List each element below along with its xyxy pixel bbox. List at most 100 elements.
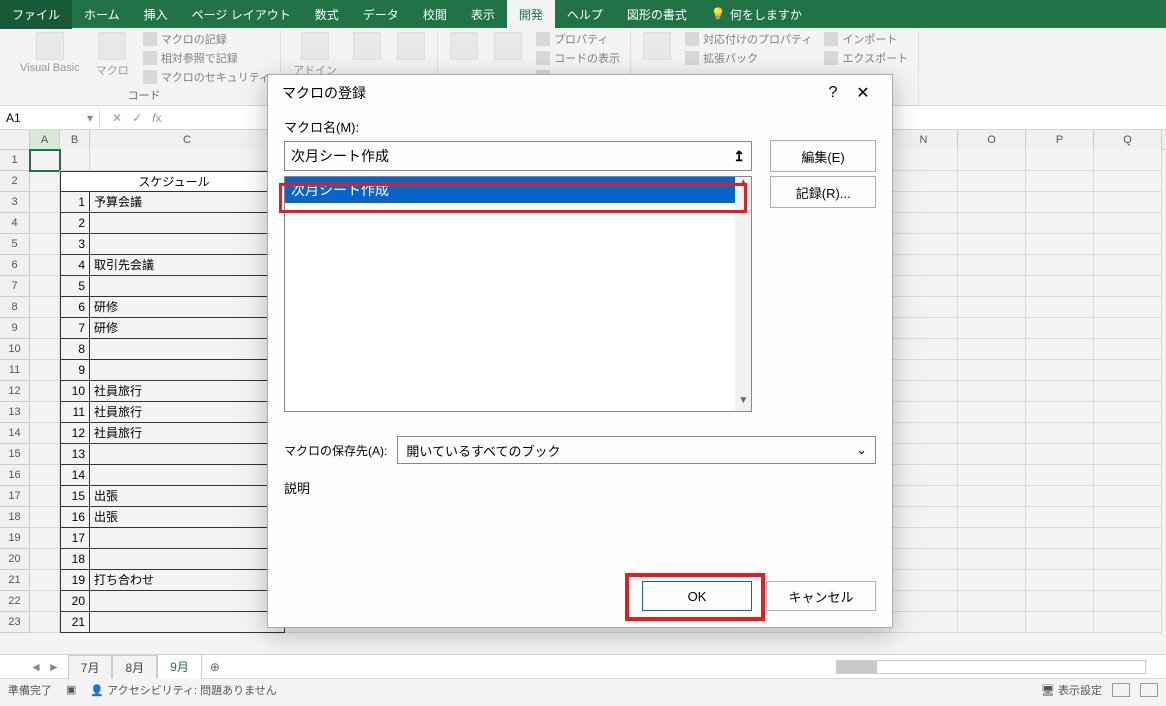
tab-home[interactable]: ホーム xyxy=(72,0,132,29)
cell[interactable] xyxy=(30,360,60,381)
view-code-button[interactable]: コードの表示 xyxy=(532,49,624,67)
add-sheet-button[interactable]: ⊕ xyxy=(202,657,228,677)
row-header[interactable]: 9 xyxy=(0,318,30,339)
cell[interactable] xyxy=(1026,486,1094,507)
sheet-tab-8[interactable]: 8月 xyxy=(112,655,157,679)
cell[interactable] xyxy=(958,234,1026,255)
cell[interactable] xyxy=(30,234,60,255)
cell[interactable] xyxy=(30,255,60,276)
cell[interactable] xyxy=(958,444,1026,465)
cell[interactable] xyxy=(890,150,958,171)
cell[interactable] xyxy=(958,549,1026,570)
cell[interactable] xyxy=(90,591,285,612)
record-macro-button[interactable]: マクロの記録 xyxy=(139,30,274,48)
row-header[interactable]: 7 xyxy=(0,276,30,297)
cell[interactable] xyxy=(1094,339,1162,360)
cell[interactable] xyxy=(958,465,1026,486)
cell[interactable] xyxy=(890,318,958,339)
cell[interactable] xyxy=(1026,171,1094,192)
design-mode-button[interactable] xyxy=(488,30,528,62)
macro-save-select[interactable]: 開いているすべてのブック ⌄ xyxy=(397,436,876,464)
cell[interactable] xyxy=(890,381,958,402)
row-header[interactable]: 11 xyxy=(0,360,30,381)
tab-file[interactable]: ファイル xyxy=(0,0,72,29)
tab-formulas[interactable]: 数式 xyxy=(303,0,351,29)
cell[interactable] xyxy=(1026,612,1094,633)
cell[interactable] xyxy=(958,192,1026,213)
row-header[interactable]: 1 xyxy=(0,150,30,171)
cell[interactable] xyxy=(1026,297,1094,318)
col-header-q[interactable]: Q xyxy=(1094,130,1162,150)
cell[interactable] xyxy=(958,423,1026,444)
cell[interactable] xyxy=(890,192,958,213)
accessibility-status[interactable]: 👤 アクセシビリティ: 問題ありません xyxy=(90,682,276,698)
macro-button[interactable]: マクロ xyxy=(90,30,135,80)
cell[interactable] xyxy=(1026,255,1094,276)
cell[interactable] xyxy=(958,381,1026,402)
import-button[interactable]: インポート xyxy=(820,30,912,48)
cell[interactable] xyxy=(30,570,60,591)
cell[interactable] xyxy=(1094,465,1162,486)
cell[interactable] xyxy=(958,255,1026,276)
cell[interactable]: 9 xyxy=(60,360,90,381)
cell[interactable] xyxy=(1094,276,1162,297)
cell[interactable] xyxy=(1094,150,1162,171)
cell[interactable] xyxy=(890,360,958,381)
row-header[interactable]: 8 xyxy=(0,297,30,318)
cell[interactable] xyxy=(1094,297,1162,318)
cell[interactable]: 11 xyxy=(60,402,90,423)
cell[interactable] xyxy=(890,339,958,360)
cell[interactable]: 出張 xyxy=(90,486,285,507)
cell[interactable] xyxy=(1094,255,1162,276)
cell[interactable] xyxy=(890,255,958,276)
cancel-formula-icon[interactable]: ✕ xyxy=(112,111,122,125)
cell[interactable] xyxy=(30,402,60,423)
sheet-nav-prev-icon[interactable]: ◄ xyxy=(30,660,42,674)
cell[interactable] xyxy=(30,465,60,486)
tell-me-search[interactable]: 💡 何をしますか xyxy=(699,0,814,29)
col-header-c[interactable]: C xyxy=(90,130,285,150)
cell[interactable] xyxy=(890,402,958,423)
cell[interactable]: 打ち合わせ xyxy=(90,570,285,591)
row-header[interactable]: 10 xyxy=(0,339,30,360)
cell[interactable] xyxy=(30,549,60,570)
cell[interactable] xyxy=(1094,528,1162,549)
cell[interactable] xyxy=(1094,318,1162,339)
relative-ref-button[interactable]: 相対参照で記録 xyxy=(139,49,274,67)
cell[interactable]: 予算会議 xyxy=(90,192,285,213)
cell[interactable]: 7 xyxy=(60,318,90,339)
tab-page-layout[interactable]: ページ レイアウト xyxy=(180,0,303,29)
cell[interactable] xyxy=(30,192,60,213)
row-header[interactable]: 21 xyxy=(0,570,30,591)
cell[interactable] xyxy=(1026,276,1094,297)
cell[interactable]: 19 xyxy=(60,570,90,591)
cell[interactable] xyxy=(890,591,958,612)
tab-view[interactable]: 表示 xyxy=(459,0,507,29)
row-header[interactable]: 5 xyxy=(0,234,30,255)
insert-control-button[interactable] xyxy=(444,30,484,62)
accept-formula-icon[interactable]: ✓ xyxy=(132,111,142,125)
row-header[interactable]: 3 xyxy=(0,192,30,213)
col-header-b[interactable]: B xyxy=(60,130,90,150)
cell[interactable]: 8 xyxy=(60,339,90,360)
cell[interactable] xyxy=(1026,423,1094,444)
view-page-layout-button[interactable] xyxy=(1140,683,1158,697)
cell[interactable]: 10 xyxy=(60,381,90,402)
cell[interactable] xyxy=(1094,171,1162,192)
cell[interactable] xyxy=(890,549,958,570)
tab-developer[interactable]: 開発 xyxy=(507,0,555,29)
cell[interactable] xyxy=(890,213,958,234)
row-header[interactable]: 6 xyxy=(0,255,30,276)
cell[interactable] xyxy=(90,360,285,381)
cell[interactable]: 社員旅行 xyxy=(90,381,285,402)
row-header[interactable]: 22 xyxy=(0,591,30,612)
cell[interactable] xyxy=(1026,213,1094,234)
cell[interactable]: 16 xyxy=(60,507,90,528)
cell[interactable] xyxy=(1094,570,1162,591)
cell[interactable] xyxy=(1094,612,1162,633)
cell[interactable] xyxy=(1094,486,1162,507)
cell[interactable]: 社員旅行 xyxy=(90,423,285,444)
cell[interactable] xyxy=(1026,381,1094,402)
cell[interactable] xyxy=(958,570,1026,591)
tab-shape-format[interactable]: 図形の書式 xyxy=(615,0,699,29)
